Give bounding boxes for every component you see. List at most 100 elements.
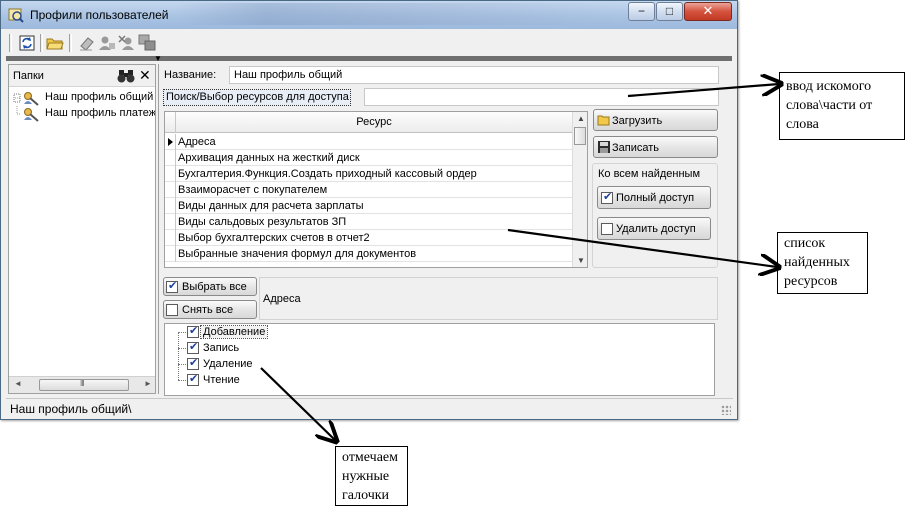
row-indicator — [165, 230, 176, 246]
resize-grip-icon[interactable] — [721, 405, 731, 415]
current-resource-name: Адреса — [263, 293, 301, 305]
table-row[interactable]: Выбранные значения формул для документов — [165, 246, 572, 262]
row-indicator — [165, 134, 176, 150]
right-label: Добавление — [199, 325, 269, 339]
user-remove-icon[interactable] — [118, 34, 136, 52]
minimize-icon: − — [637, 4, 645, 18]
resources-grid: Ресурс Адреса Архивация данных на жесткий… — [164, 111, 588, 268]
deselect-all-checkbox[interactable] — [166, 304, 178, 316]
full-access-checkbox[interactable] — [601, 190, 613, 204]
open-folder-icon[interactable] — [46, 34, 64, 52]
maximize-button[interactable]: □ — [656, 2, 683, 21]
column-header-resource[interactable]: Ресурс — [176, 116, 572, 128]
remove-access-button[interactable]: Удалить доступ — [597, 217, 711, 240]
tree-item-profile-general[interactable]: Наш профиль общий — [13, 90, 155, 106]
name-label: Название: — [164, 69, 217, 81]
profile-key-icon — [13, 92, 39, 106]
minimize-button[interactable]: − — [628, 2, 655, 21]
annotation-line: нужные — [342, 469, 390, 484]
annotation-line: слова — [786, 117, 819, 132]
save-button[interactable]: Записать — [593, 136, 718, 158]
scroll-up-icon[interactable]: ▲ — [577, 114, 585, 123]
resource-cell: Бухгалтерия.Функция.Создать приходный ка… — [178, 168, 477, 180]
tree-line — [178, 332, 186, 333]
scroll-right-icon[interactable]: ► — [144, 379, 152, 388]
tree-item-label: Наш профиль общий — [45, 91, 154, 103]
scroll-down-icon[interactable]: ▼ — [577, 256, 585, 265]
load-button[interactable]: Загрузить — [593, 109, 718, 131]
table-row[interactable]: Адреса — [165, 134, 572, 150]
annotation-line: ресурсов — [784, 274, 838, 289]
resource-cell: Взаиморасчет с покупателем — [178, 184, 328, 196]
folders-title: Папки — [13, 70, 44, 82]
select-all-label: Выбрать все — [182, 281, 247, 293]
save-button-label: Записать — [612, 142, 660, 154]
resource-cell: Виды данных для расчета зарплаты — [178, 200, 364, 212]
toolbar — [6, 32, 732, 54]
row-indicator — [165, 246, 176, 262]
right-checkbox[interactable] — [187, 324, 199, 338]
table-row[interactable]: Архивация данных на жесткий диск — [165, 150, 572, 166]
annotation-line: ввод искомого — [786, 79, 872, 94]
full-access-button[interactable]: Полный доступ — [597, 186, 711, 209]
resource-cell: Выбранные значения формул для документов — [178, 248, 417, 260]
select-all-button[interactable]: Выбрать все — [163, 277, 257, 296]
select-all-checkbox[interactable] — [166, 279, 178, 293]
toolbar-grip[interactable] — [9, 34, 12, 52]
maximize-icon: □ — [665, 4, 674, 18]
status-text: Наш профиль общий\ — [10, 402, 132, 416]
eraser-icon[interactable] — [78, 34, 96, 52]
binoculars-icon[interactable] — [117, 69, 135, 83]
row-indicator — [165, 214, 176, 230]
profiles-app-icon — [8, 8, 24, 23]
scroll-thumb-grip: III — [80, 379, 85, 388]
toolbar-dropdown-icon[interactable]: ▼ — [154, 54, 162, 63]
full-access-label: Полный доступ — [616, 192, 695, 204]
grid-vscrollbar[interactable]: ▲ ▼ — [572, 112, 587, 267]
right-checkbox[interactable] — [187, 340, 199, 354]
scroll-left-icon[interactable]: ◄ — [14, 379, 22, 388]
remove-access-checkbox[interactable] — [601, 223, 613, 235]
annotation-line: список — [784, 236, 826, 251]
close-icon: ✕ — [702, 3, 714, 18]
search-resources-label[interactable]: Поиск/Выбор ресурсов для доступа — [163, 89, 351, 106]
table-row[interactable]: Виды сальдовых результатов ЗП — [165, 214, 572, 230]
folders-header: Папки ✕ — [9, 65, 155, 87]
table-row[interactable]: Бухгалтерия.Функция.Создать приходный ка… — [165, 166, 572, 182]
window-title: Профили пользователей — [30, 8, 169, 22]
refresh-icon[interactable] — [18, 34, 36, 52]
deselect-all-button[interactable]: Снять все — [163, 300, 257, 319]
open-folder-icon — [597, 115, 610, 126]
tree-item-profile-payments[interactable]: Наш профиль платежи — [13, 106, 155, 122]
tree-line — [178, 332, 179, 380]
right-label: Чтение — [203, 374, 240, 386]
annotation-line: галочки — [342, 488, 390, 503]
scroll-thumb[interactable] — [574, 127, 586, 145]
resource-cell: Выбор бухгалтерских счетов в отчет2 — [178, 232, 370, 244]
deselect-all-label: Снять все — [182, 304, 234, 316]
tree-item-label: Наш профиль платежи — [45, 107, 155, 119]
annotation-line: отмечаем — [342, 450, 398, 465]
windows-icon[interactable] — [138, 34, 156, 52]
search-resources-input[interactable] — [364, 88, 719, 106]
resource-cell: Архивация данных на жесткий диск — [178, 152, 360, 164]
floppy-disk-icon — [598, 141, 610, 153]
right-label: Удаление — [203, 358, 253, 370]
right-checkbox[interactable] — [187, 372, 199, 386]
table-row[interactable]: Выбор бухгалтерских счетов в отчет2 — [165, 230, 572, 246]
table-row[interactable]: Взаиморасчет с покупателем — [165, 182, 572, 198]
close-button[interactable]: ✕ — [684, 2, 732, 21]
grid-header-indicator — [165, 112, 176, 133]
load-button-label: Загрузить — [612, 115, 663, 127]
current-resource-panel: Адреса — [259, 277, 718, 320]
scroll-thumb[interactable]: III — [39, 379, 129, 391]
right-checkbox[interactable] — [187, 356, 199, 370]
profile-name-input[interactable]: Наш профиль общий — [229, 66, 719, 84]
panel-splitter[interactable] — [158, 64, 160, 394]
folders-hscrollbar[interactable]: ◄ III ► — [9, 376, 155, 393]
folders-close-icon[interactable]: ✕ — [139, 67, 151, 84]
user-edit-icon[interactable] — [98, 34, 116, 52]
tree-line — [178, 364, 186, 365]
table-row[interactable]: Виды данных для расчета зарплаты — [165, 198, 572, 214]
title-bar[interactable]: Профили пользователей − □ ✕ — [1, 1, 737, 29]
